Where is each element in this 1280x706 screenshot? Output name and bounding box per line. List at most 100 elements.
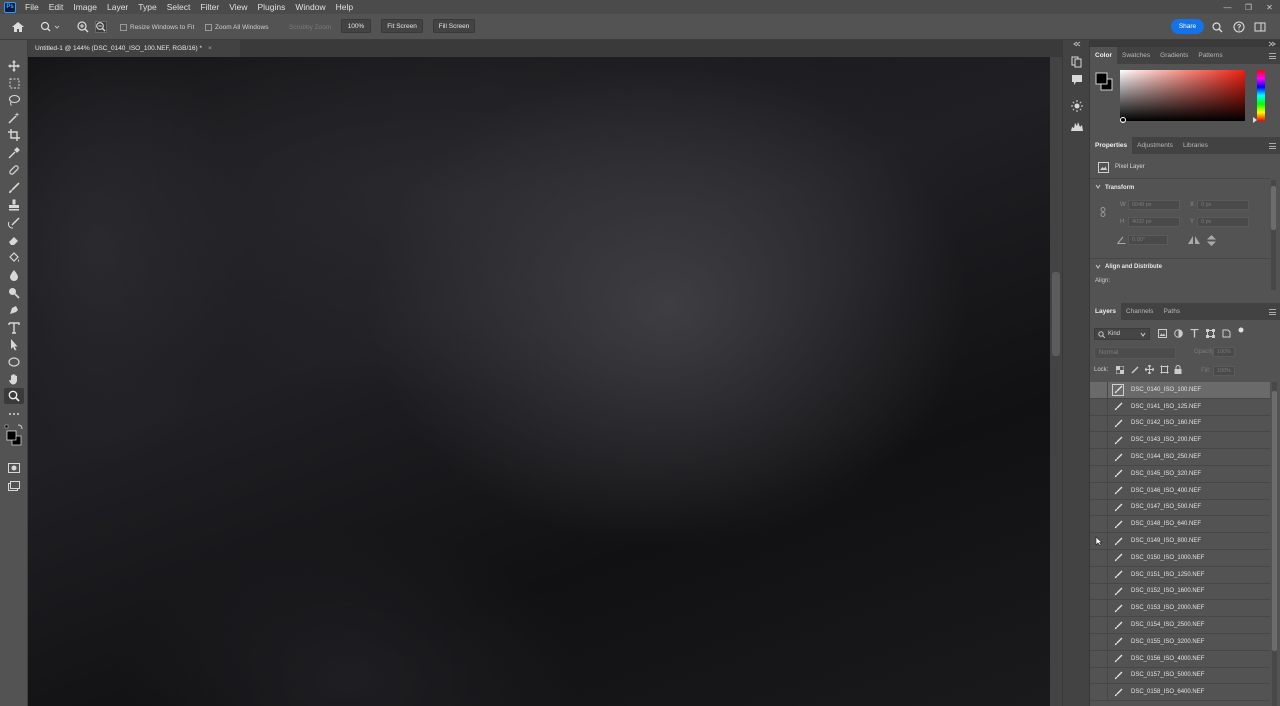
brush-tool-icon[interactable]: [4, 180, 24, 196]
minimize-button[interactable]: —: [1217, 0, 1238, 14]
zoom-tool-icon[interactable]: [4, 388, 24, 404]
tab-color[interactable]: Color: [1090, 47, 1117, 64]
hue-slider-handle[interactable]: [1253, 117, 1258, 123]
layer-row[interactable]: DSC_0153_ISO_2000.NEF: [1090, 600, 1270, 618]
layer-row[interactable]: DSC_0156_ISO_4000.NEF: [1090, 650, 1270, 668]
opacity-field[interactable]: 100%: [1213, 347, 1235, 357]
history-brush-tool-icon[interactable]: [4, 215, 24, 231]
quick-mask-icon[interactable]: [4, 460, 24, 476]
collapse-panels-icon[interactable]: [1069, 40, 1085, 48]
layer-visibility-toggle[interactable]: [1090, 499, 1108, 516]
menu-help[interactable]: Help: [331, 0, 358, 14]
paint-bucket-tool-icon[interactable]: [4, 250, 24, 266]
hue-slider[interactable]: [1257, 70, 1265, 121]
layer-row[interactable]: DSC_0142_ISO_160.NEF: [1090, 415, 1270, 433]
color-picker-cursor[interactable]: [1120, 117, 1126, 123]
layer-row[interactable]: DSC_0147_ISO_500.NEF: [1090, 499, 1270, 517]
pen-tool-icon[interactable]: [4, 302, 24, 318]
menu-plugins[interactable]: Plugins: [252, 0, 290, 14]
zoom-100-button[interactable]: 100%: [341, 19, 371, 33]
color-swatches-icon[interactable]: [4, 424, 24, 448]
hand-tool-icon[interactable]: [4, 371, 24, 387]
healing-brush-tool-icon[interactable]: [4, 162, 24, 178]
screen-mode-icon[interactable]: [4, 478, 24, 494]
layer-row[interactable]: DSC_0157_ISO_5000.NEF: [1090, 667, 1270, 685]
link-dimensions-icon[interactable]: [1100, 207, 1106, 217]
eyedropper-tool-icon[interactable]: [4, 145, 24, 161]
blend-mode-select[interactable]: Normal: [1094, 347, 1176, 359]
color-panel-menu-icon[interactable]: [1269, 53, 1276, 59]
document-tab[interactable]: Untitled-1 @ 144% (DSC_0140_ISO_100.NEF,…: [28, 40, 240, 57]
resize-windows-checkbox[interactable]: Resize Windows to Fit: [120, 14, 194, 40]
layer-row[interactable]: DSC_0140_ISO_100.NEF: [1090, 381, 1270, 399]
filter-toggle-icon[interactable]: [1238, 327, 1244, 333]
layer-row[interactable]: DSC_0155_ISO_3200.NEF: [1090, 633, 1270, 651]
menu-layer[interactable]: Layer: [102, 0, 133, 14]
layer-row[interactable]: DSC_0149_ISO_800.NEF: [1090, 533, 1270, 550]
edit-toolbar-icon[interactable]: [4, 406, 24, 422]
share-button[interactable]: Share: [1171, 19, 1204, 34]
layer-row[interactable]: DSC_0154_ISO_2500.NEF: [1090, 617, 1270, 634]
lock-all-icon[interactable]: [1174, 365, 1182, 374]
histogram-panel-icon[interactable]: [1069, 118, 1085, 134]
history-panel-icon[interactable]: [1069, 54, 1085, 70]
layers-panel-menu-icon[interactable]: [1269, 309, 1276, 315]
tab-channels[interactable]: Channels: [1121, 303, 1158, 320]
image-canvas[interactable]: [28, 57, 1050, 706]
vertical-scrollbar[interactable]: [1050, 57, 1062, 706]
blur-tool-icon[interactable]: [4, 267, 24, 283]
chevron-down-icon[interactable]: [1095, 264, 1101, 269]
layer-filter-kind-select[interactable]: Kind: [1094, 328, 1150, 340]
zoom-tool-preset-icon[interactable]: [40, 14, 60, 40]
menu-file[interactable]: File: [20, 0, 44, 14]
scrollbar-thumb[interactable]: [1052, 272, 1060, 356]
zoom-all-windows-checkbox[interactable]: Zoom All Windows: [205, 14, 268, 40]
layer-visibility-toggle[interactable]: [1090, 432, 1108, 449]
filter-type-icon[interactable]: [1190, 329, 1199, 338]
flip-horizontal-icon[interactable]: [1188, 236, 1200, 244]
layer-visibility-toggle[interactable]: [1090, 650, 1108, 667]
menu-filter[interactable]: Filter: [195, 0, 224, 14]
layer-visibility-toggle[interactable]: [1090, 583, 1108, 600]
layer-row[interactable]: DSC_0150_ISO_1000.NEF: [1090, 549, 1270, 567]
type-tool-icon[interactable]: [4, 320, 24, 336]
tab-swatches[interactable]: Swatches: [1117, 47, 1155, 64]
lasso-tool-icon[interactable]: [4, 92, 24, 108]
path-selection-tool-icon[interactable]: [4, 337, 24, 353]
layer-visibility-toggle[interactable]: [1090, 667, 1108, 684]
brightness-panel-icon[interactable]: [1069, 98, 1085, 114]
menu-window[interactable]: Window: [290, 0, 330, 14]
menu-edit[interactable]: Edit: [44, 0, 69, 14]
clone-stamp-tool-icon[interactable]: [4, 197, 24, 213]
zoom-in-icon[interactable]: [77, 14, 89, 40]
align-section-title[interactable]: Align and Distribute: [1105, 264, 1162, 270]
layer-visibility-toggle[interactable]: [1090, 482, 1108, 499]
width-field[interactable]: 6048 px: [1128, 200, 1180, 210]
zoom-out-icon[interactable]: [95, 14, 107, 40]
layer-visibility-toggle[interactable]: [1090, 684, 1108, 701]
x-field[interactable]: 0 px: [1197, 200, 1249, 210]
layer-visibility-toggle[interactable]: [1090, 633, 1108, 650]
layer-visibility-toggle[interactable]: [1090, 600, 1108, 617]
filter-pixel-icon[interactable]: [1158, 329, 1167, 338]
comments-panel-icon[interactable]: [1069, 72, 1085, 88]
fg-bg-color-swatch[interactable]: [1095, 72, 1113, 92]
tab-libraries[interactable]: Libraries: [1178, 137, 1213, 154]
height-field[interactable]: 4032 px: [1128, 217, 1180, 227]
filter-adjustment-icon[interactable]: [1174, 329, 1183, 338]
layer-visibility-toggle[interactable]: [1090, 449, 1108, 466]
fill-field[interactable]: 100%: [1213, 366, 1235, 376]
layer-visibility-toggle[interactable]: [1090, 566, 1108, 583]
search-icon[interactable]: [1212, 14, 1223, 40]
layer-row[interactable]: DSC_0151_ISO_1250.NEF: [1090, 566, 1270, 584]
layers-scroll-thumb[interactable]: [1272, 391, 1277, 651]
tab-gradients[interactable]: Gradients: [1155, 47, 1193, 64]
layer-visibility-toggle[interactable]: [1090, 516, 1108, 533]
tab-patterns[interactable]: Patterns: [1193, 47, 1227, 64]
color-picker-field[interactable]: [1120, 70, 1245, 121]
crop-tool-icon[interactable]: [4, 127, 24, 143]
dodge-tool-icon[interactable]: [4, 285, 24, 301]
chevron-down-icon[interactable]: [1095, 184, 1101, 189]
flip-vertical-icon[interactable]: [1207, 235, 1216, 246]
properties-panel-menu-icon[interactable]: [1269, 143, 1276, 149]
